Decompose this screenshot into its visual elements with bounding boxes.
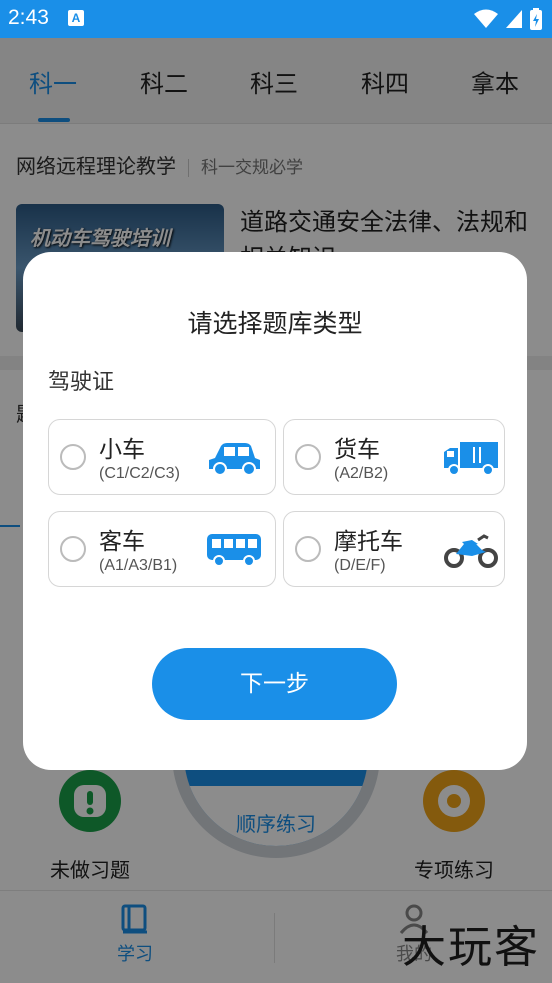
option-car[interactable]: 小车 (C1/C2/C3) bbox=[48, 419, 276, 495]
option-truck[interactable]: 货车 (A2/B2) bbox=[283, 419, 505, 495]
option-name: 货车 bbox=[334, 437, 380, 463]
license-section-label: 驾驶证 bbox=[48, 370, 115, 395]
option-license-classes: (D/E/F) bbox=[334, 557, 386, 574]
radio-truck[interactable] bbox=[295, 444, 321, 470]
option-name: 客车 bbox=[99, 529, 145, 555]
motorcycle-icon bbox=[444, 534, 498, 568]
watermark-logo: 大玩客 bbox=[402, 922, 540, 973]
option-motorcycle[interactable]: 摩托车 (D/E/F) bbox=[283, 511, 505, 587]
option-bus[interactable]: 客车 (A1/A3/B1) bbox=[48, 511, 276, 587]
radio-bus[interactable] bbox=[60, 536, 86, 562]
bus-icon bbox=[207, 534, 261, 567]
option-license-classes: (C1/C2/C3) bbox=[99, 465, 180, 482]
car-icon bbox=[209, 443, 260, 476]
option-name: 摩托车 bbox=[334, 529, 403, 555]
dialog-title: 请选择题库类型 bbox=[187, 309, 363, 338]
radio-motorcycle[interactable] bbox=[295, 536, 321, 562]
system-icons bbox=[474, 8, 542, 30]
status-bar: 2:43 A bbox=[0, 0, 552, 38]
truck-icon bbox=[444, 442, 498, 476]
status-time: 2:43 bbox=[8, 6, 49, 29]
app-notification-icon: A bbox=[68, 10, 84, 26]
wifi-icon bbox=[474, 9, 498, 28]
signal-icon bbox=[506, 10, 522, 28]
battery-icon bbox=[530, 8, 542, 30]
option-license-classes: (A1/A3/B1) bbox=[99, 557, 178, 574]
radio-car[interactable] bbox=[60, 444, 86, 470]
next-step-button[interactable]: 下一步 bbox=[152, 648, 397, 720]
option-license-classes: (A2/B2) bbox=[334, 465, 389, 482]
option-name: 小车 bbox=[99, 437, 145, 463]
question-bank-dialog: 请选择题库类型 驾驶证 小车 (C1/C2/C3) 货车 (A2/B2) 客车 … bbox=[23, 252, 527, 770]
